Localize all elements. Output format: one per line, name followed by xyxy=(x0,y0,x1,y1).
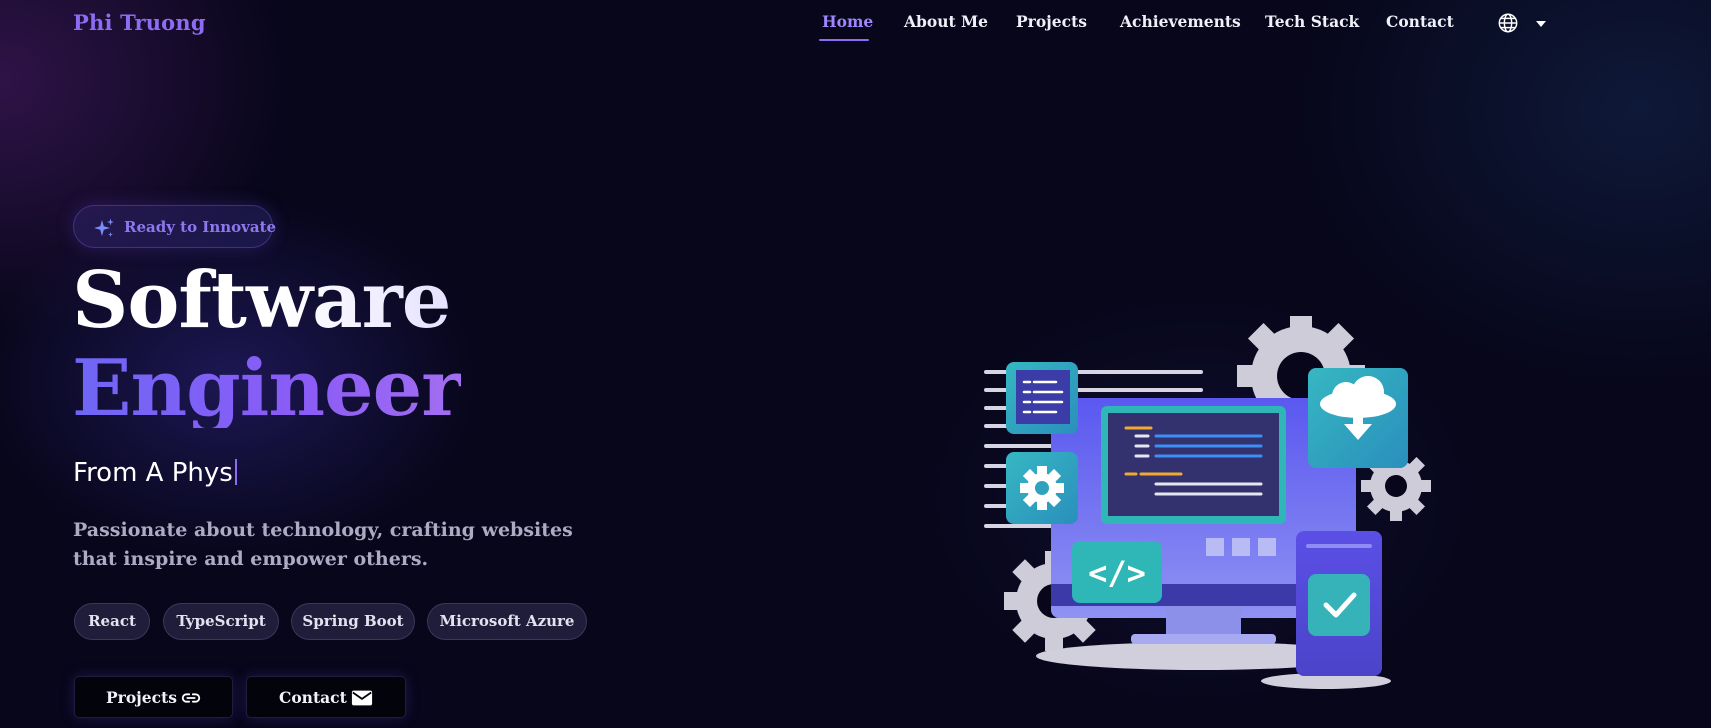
mail-icon xyxy=(351,690,373,706)
chevron-down-icon xyxy=(1536,21,1546,27)
status-badge: Ready to Innovate xyxy=(73,205,277,248)
developer-illustration: </> xyxy=(984,316,1431,689)
typing-subtitle: From A Phys xyxy=(73,458,237,488)
tech-tag-microsoft-azure: Microsoft Azure xyxy=(427,603,587,640)
contact-button-label: Contact xyxy=(279,688,347,707)
language-selector[interactable] xyxy=(1497,12,1551,36)
link-icon xyxy=(181,693,201,703)
hero-description: Passionate about technology, crafting we… xyxy=(73,519,573,570)
hero-title-line2: Engineer xyxy=(72,343,462,434)
nav-projects[interactable]: Projects xyxy=(1016,12,1087,31)
nav-contact[interactable]: Contact xyxy=(1386,12,1454,31)
page: Phi Truong Home About Me Projects Achiev… xyxy=(0,0,1711,728)
tech-tag-typescript: TypeScript xyxy=(163,603,279,640)
typing-text: From A Phys xyxy=(73,458,233,488)
typing-cursor xyxy=(234,459,237,485)
nav-home[interactable]: Home xyxy=(822,12,873,31)
nav-tech-stack[interactable]: Tech Stack xyxy=(1265,12,1359,31)
nav-about-me[interactable]: About Me xyxy=(904,12,988,31)
contact-button[interactable]: Contact xyxy=(246,676,406,718)
sparkles-icon xyxy=(94,218,114,237)
globe-icon xyxy=(1498,13,1518,33)
nav-achievements[interactable]: Achievements xyxy=(1120,12,1241,31)
hero-title-line1: Software xyxy=(72,255,451,346)
projects-button[interactable]: Projects xyxy=(74,676,233,718)
settings-icon xyxy=(1020,466,1064,510)
badge-label: Ready to Innovate xyxy=(124,218,277,236)
active-nav-indicator xyxy=(819,39,869,41)
tech-tag-react: React xyxy=(74,603,150,640)
projects-button-label: Projects xyxy=(106,688,177,707)
svg-text:</>: </> xyxy=(1088,554,1146,592)
tech-tag-spring-boot: Spring Boot xyxy=(291,603,415,640)
